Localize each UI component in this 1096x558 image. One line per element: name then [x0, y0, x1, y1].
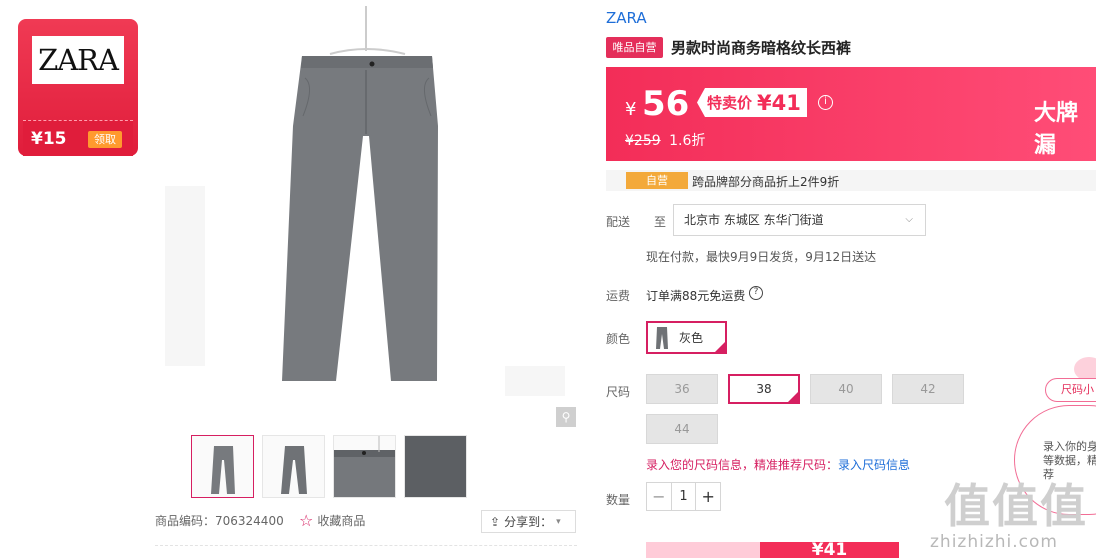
info-icon[interactable]: i: [818, 95, 833, 110]
quantity-minus-button[interactable]: −: [647, 483, 671, 510]
coupon-bottom: ¥15 领取: [23, 120, 133, 156]
star-icon: ☆: [299, 510, 314, 530]
quantity-value[interactable]: 1: [670, 483, 697, 510]
thumbnail-3[interactable]: [333, 435, 396, 498]
size-label: 尺码: [606, 385, 631, 399]
share-button[interactable]: ⇪ 分享到： ▾: [481, 510, 576, 533]
favorite-label: 收藏商品: [317, 514, 366, 528]
coupon-amount: ¥15: [31, 129, 67, 149]
address-value: 北京市 东城区 东华门街道: [684, 213, 824, 227]
share-icon: ⇪: [490, 514, 501, 529]
thumbnail-1[interactable]: [191, 435, 254, 498]
divider: [155, 545, 577, 546]
color-swatch-icon: [656, 326, 668, 349]
size-tip-text: 录入您的尺码信息，精准推荐尺码：: [646, 458, 839, 472]
shipping-label: 运费: [606, 289, 631, 303]
product-title: 男款时尚商务暗格纹长西裤: [671, 39, 852, 57]
quantity-plus-button[interactable]: +: [696, 483, 720, 510]
delivery-label: 配送: [606, 215, 631, 229]
thumbnail-2[interactable]: [262, 435, 325, 498]
zara-logo: ZARA: [32, 36, 124, 84]
currency-symbol: ¥: [625, 99, 637, 120]
size-option-42[interactable]: 42: [892, 374, 964, 404]
share-label: 分享到：: [504, 515, 553, 529]
delivery-to: 至: [654, 215, 667, 229]
promotion-tag: 自营: [626, 172, 688, 189]
quantity-stepper[interactable]: − 1 +: [646, 482, 721, 511]
color-option-label: 灰色: [679, 331, 704, 345]
zoom-icon[interactable]: ⚲: [556, 407, 576, 427]
sale-price: 56: [642, 84, 690, 124]
favorite-button[interactable]: ☆ 收藏商品: [299, 512, 365, 529]
check-icon: [713, 340, 727, 354]
watermark-url: zhizhizhi.com: [930, 532, 1058, 552]
brand-coupon-card[interactable]: ZARA ¥15 领取: [18, 19, 138, 156]
original-price: ¥259: [625, 133, 661, 149]
product-main-image[interactable]: [155, 6, 577, 428]
size-option-36[interactable]: 36: [646, 374, 718, 404]
original-price-row: ¥259 1.6折: [625, 130, 705, 150]
shipping-text: 订单满88元免运费: [646, 289, 746, 303]
promotion-text: 跨品牌部分商品折上2件9折: [692, 175, 840, 189]
chevron-down-icon: ▾: [556, 516, 561, 527]
size-option-44[interactable]: 44: [646, 414, 718, 444]
special-price-label: 特卖价: [707, 94, 753, 112]
special-price-value: ¥41: [757, 90, 801, 115]
size-assistant-pill[interactable]: 尺码小: [1045, 378, 1096, 402]
size-entry-link[interactable]: 录入尺码信息: [838, 458, 910, 472]
trousers-image: [165, 6, 565, 396]
size-option-38[interactable]: 38: [728, 374, 800, 404]
thumbnail-4[interactable]: [404, 435, 467, 498]
coupon-get-button[interactable]: 领取: [88, 131, 122, 148]
check-icon: [786, 390, 800, 404]
promotion-row: 自营 跨品牌部分商品折上2件9折: [606, 170, 1096, 191]
color-label: 颜色: [606, 332, 631, 346]
special-price-tag: 特卖价 ¥41: [697, 88, 807, 117]
buy-now-price[interactable]: ¥41: [760, 542, 899, 558]
self-operated-badge: 唯品自营: [606, 37, 663, 58]
product-code: 商品编码：706324400: [155, 514, 284, 528]
quantity-label: 数量: [606, 493, 631, 507]
discount-rate: 1.6折: [669, 133, 706, 149]
buy-bar[interactable]: ¥41: [646, 542, 899, 558]
watermark-logo: 值值值: [944, 479, 1088, 533]
chevron-down-icon: ⌵: [905, 214, 913, 225]
brand-link[interactable]: ZARA: [606, 9, 647, 27]
promo-banner-text: 大牌漏: [1034, 101, 1079, 158]
size-tip: 录入您的尺码信息，精准推荐尺码：录入尺码信息: [646, 456, 910, 473]
color-option-gray[interactable]: 灰色: [646, 321, 727, 354]
size-option-38-label: 38: [756, 382, 772, 396]
address-select[interactable]: 北京市 东城区 东华门街道 ⌵: [673, 204, 926, 236]
help-icon[interactable]: ?: [749, 286, 763, 300]
size-option-40[interactable]: 40: [810, 374, 882, 404]
price-banner: ¥ 56 特卖价 ¥41 i ¥259 1.6折 大牌漏: [606, 67, 1096, 161]
delivery-estimate: 现在付款，最快9月9日发货，9月12日送达: [646, 250, 877, 264]
